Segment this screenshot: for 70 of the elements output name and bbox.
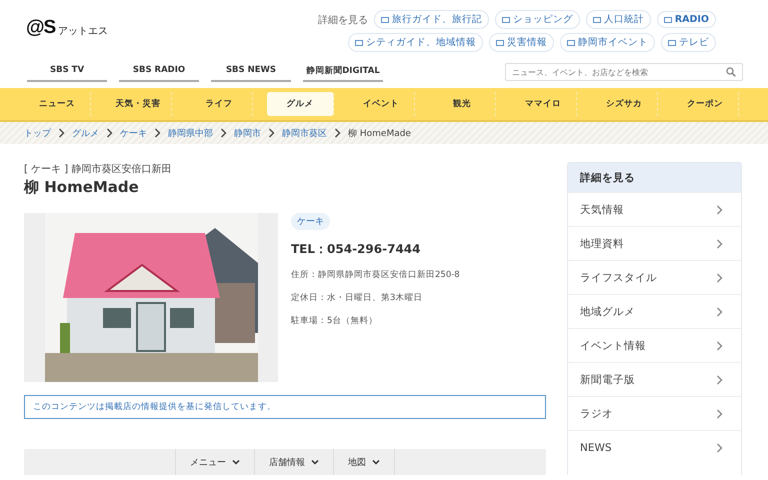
info-notice: このコンテンツは掲載店の情報提供を基に発信しています。 xyxy=(24,395,546,419)
sidebar-title: 詳細を見る xyxy=(568,163,741,192)
current-page-label: 柳 HomeMade xyxy=(348,128,411,140)
nav-tab[interactable]: イベント xyxy=(348,92,415,116)
breadcrumb-separator-icon xyxy=(220,128,227,138)
header-link[interactable]: 災害情報 xyxy=(489,33,554,52)
links-label: 詳細を見る xyxy=(318,14,368,26)
breadcrumb-separator-icon xyxy=(268,128,275,138)
chevron-right-icon xyxy=(716,204,723,214)
sidebar-item[interactable]: ラジオ xyxy=(568,396,741,430)
chevron-right-icon xyxy=(716,374,723,384)
breadcrumb-item[interactable]: 静岡市葵区 xyxy=(282,126,327,140)
phone-number: TEL：054-296-7444 xyxy=(291,241,420,258)
breadcrumb-separator-icon xyxy=(58,128,65,138)
breadcrumb-separator-icon xyxy=(154,128,161,138)
breadcrumb-separator-icon xyxy=(106,128,113,138)
nav-tab[interactable]: 観光 xyxy=(429,92,496,116)
header-link[interactable]: 静岡市イベント xyxy=(560,33,655,52)
chevron-right-icon xyxy=(716,340,723,350)
breadcrumb-item[interactable]: グルメ xyxy=(72,126,99,140)
chevron-right-icon xyxy=(716,306,723,316)
breadcrumb-item[interactable]: トップ xyxy=(24,126,51,140)
sidebar-item[interactable]: NEWS xyxy=(568,430,741,464)
sidebar-item[interactable]: 天気情報 xyxy=(568,192,741,226)
chevron-right-icon xyxy=(716,408,723,418)
nav-tab[interactable]: ニュース xyxy=(24,92,91,116)
category-tag[interactable]: ケーキ xyxy=(291,213,330,230)
shop-detail: 駐車場：5台（無料） xyxy=(291,315,378,327)
shop-detail: 住所：静岡県静岡市葵区安倍口新田250-8 xyxy=(291,269,460,281)
header-link[interactable]: 人口統計 xyxy=(586,10,651,29)
sidebar-item[interactable]: 新聞電子版 xyxy=(568,362,741,396)
search-icon[interactable] xyxy=(726,67,736,77)
nav-tab[interactable]: グルメ xyxy=(267,92,334,116)
site-logo[interactable]: @S xyxy=(26,18,56,38)
chevron-down-icon xyxy=(311,458,319,466)
chevron-right-icon xyxy=(716,442,723,452)
shop-detail: 定休日：水・日曜日、第3木曜日 xyxy=(291,292,422,304)
search-field[interactable]: ニュース、イベント、お店などを検索 xyxy=(505,63,743,81)
section-tab[interactable]: 店舗情報 xyxy=(254,449,333,475)
sidebar-item[interactable]: ライフスタイル xyxy=(568,260,741,294)
header-link[interactable]: 旅行ガイド、旅行記 xyxy=(374,10,489,29)
chevron-down-icon xyxy=(232,458,240,466)
media-tab[interactable]: 静岡新聞DIGITAL xyxy=(303,62,383,82)
chevron-down-icon xyxy=(372,458,380,466)
sidebar-item[interactable]: イベント情報 xyxy=(568,328,741,362)
nav-tab[interactable]: 天気・災害 xyxy=(105,92,172,116)
chevron-right-icon xyxy=(716,272,723,282)
sidebar-item[interactable]: 地理資料 xyxy=(568,226,741,260)
nav-tab[interactable]: ライフ xyxy=(186,92,253,116)
breadcrumb-item[interactable]: 静岡県中部 xyxy=(168,126,213,140)
shop-category-location: [ ケーキ ] 静岡市葵区安倍口新田 xyxy=(24,162,172,176)
sidebar-item[interactable]: 地域グルメ xyxy=(568,294,741,328)
nav-tab[interactable]: ママイロ xyxy=(510,92,577,116)
header-link[interactable]: テレビ xyxy=(661,33,716,52)
shop-name: 柳 HomeMade xyxy=(24,178,140,197)
media-tab[interactable]: SBS RADIO xyxy=(119,62,199,82)
section-tab[interactable]: メニュー xyxy=(175,449,254,475)
nav-tab[interactable]: クーポン xyxy=(672,92,739,116)
nav-tab[interactable]: シズサカ xyxy=(591,92,658,116)
breadcrumb-item[interactable]: 静岡市 xyxy=(234,126,261,140)
media-tab[interactable]: SBS TV xyxy=(27,62,107,82)
logo-text: アットエス xyxy=(58,25,108,38)
header-link[interactable]: ショッピング xyxy=(494,10,580,29)
header-link[interactable]: RADIO xyxy=(656,11,716,28)
section-tab[interactable]: 地図 xyxy=(333,449,395,475)
breadcrumb-separator-icon xyxy=(334,128,341,138)
chevron-right-icon xyxy=(716,238,723,248)
media-tab[interactable]: SBS NEWS xyxy=(211,62,291,82)
header-link[interactable]: シティガイド、地域情報 xyxy=(348,33,483,52)
breadcrumb-item[interactable]: ケーキ xyxy=(120,126,147,140)
